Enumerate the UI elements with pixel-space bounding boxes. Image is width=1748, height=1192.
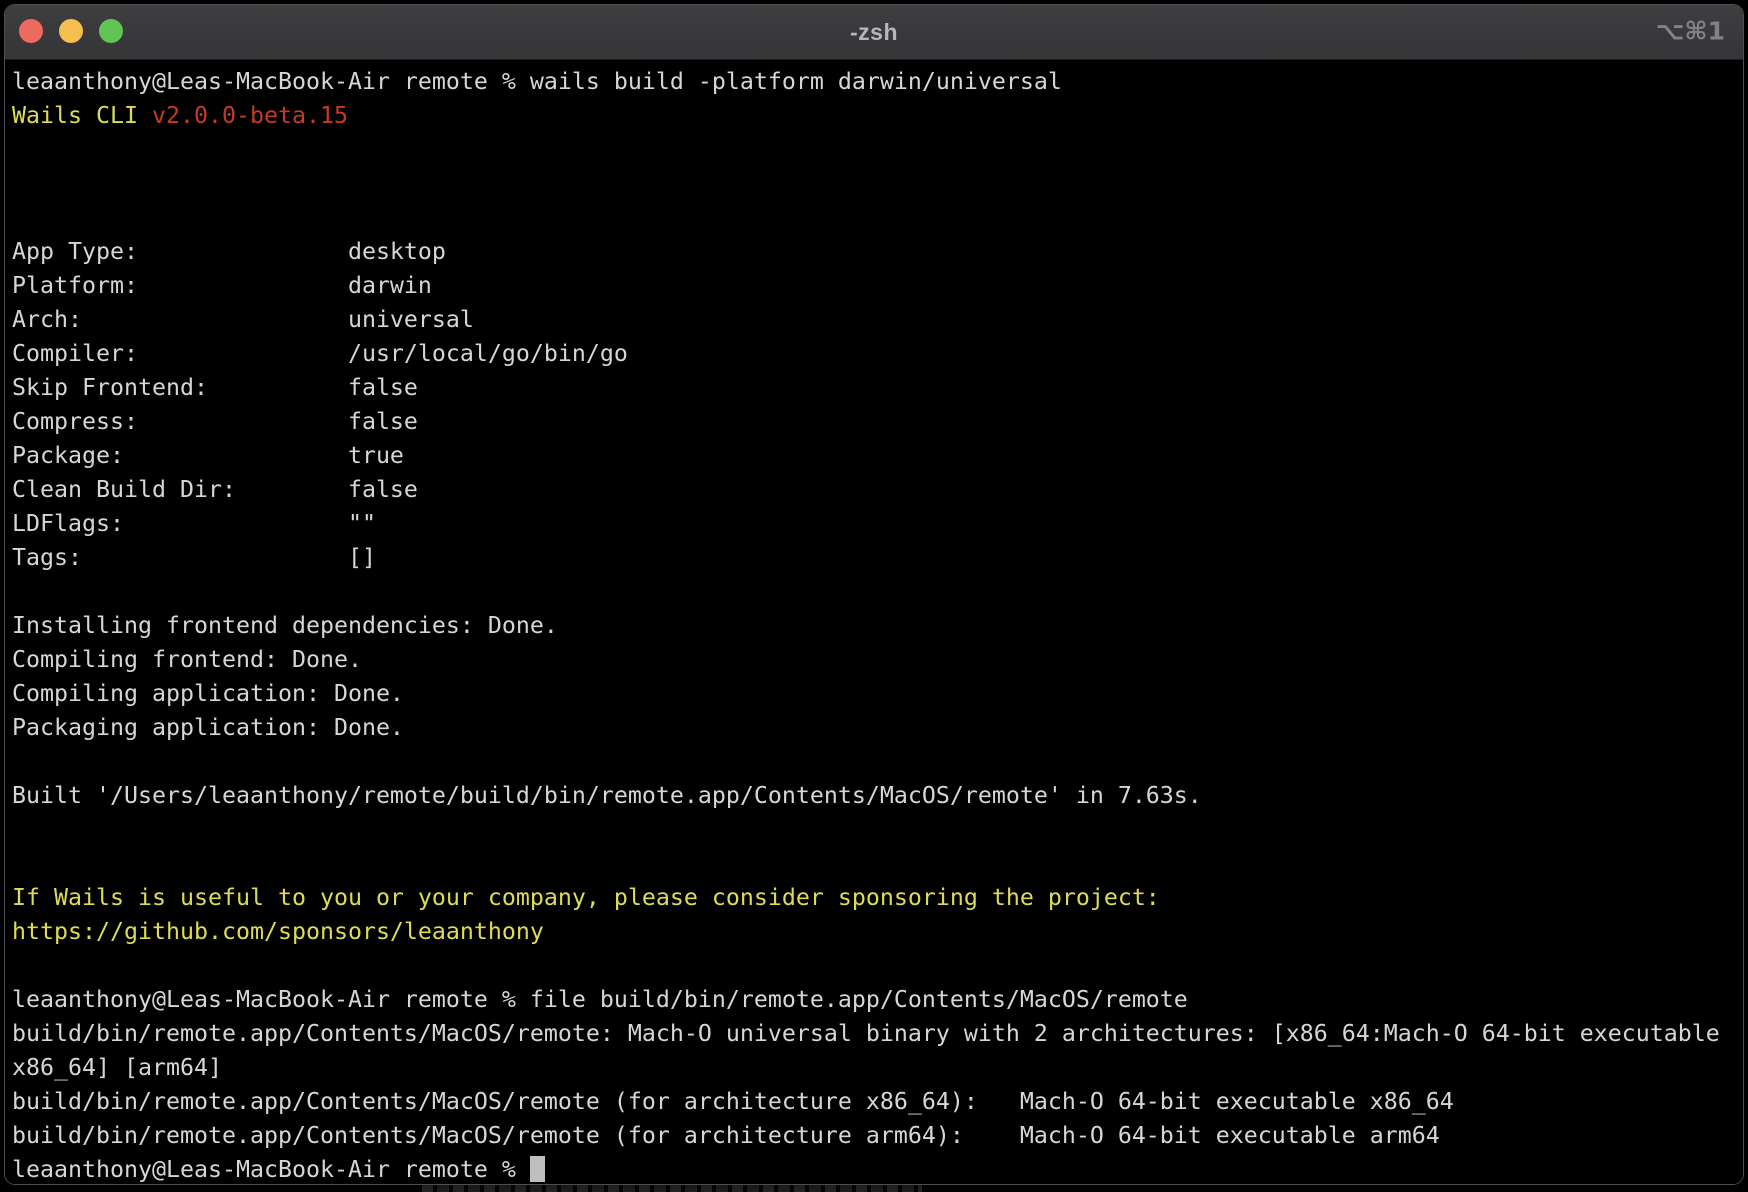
terminal-text-segment: build/bin/remote.app/Contents/MacOS/remo… bbox=[12, 1020, 1720, 1047]
terminal-line: Compress: false bbox=[12, 405, 1743, 439]
terminal-text-segment: leaanthony@Leas-MacBook-Air remote % wai… bbox=[12, 68, 1062, 95]
terminal-line: https://github.com/sponsors/leaanthony bbox=[12, 915, 1743, 949]
terminal-text-segment: App Type: desktop bbox=[12, 238, 446, 265]
terminal-text-segment: Clean Build Dir: false bbox=[12, 476, 418, 503]
zoom-button[interactable] bbox=[99, 19, 123, 43]
terminal-text-segment: https://github.com/sponsors/leaanthony bbox=[12, 918, 544, 945]
window-title: -zsh bbox=[850, 19, 898, 46]
terminal-line: Package: true bbox=[12, 439, 1743, 473]
background-window-sliver bbox=[422, 1185, 922, 1192]
terminal-text-segment: Compiling frontend: Done. bbox=[12, 646, 362, 673]
terminal-text-segment: Skip Frontend: false bbox=[12, 374, 418, 401]
tab-shortcut-label: ⌥⌘1 bbox=[1656, 16, 1725, 45]
terminal-line bbox=[12, 167, 1743, 201]
terminal-line bbox=[12, 745, 1743, 779]
terminal-line: Installing frontend dependencies: Done. bbox=[12, 609, 1743, 643]
terminal-line: Skip Frontend: false bbox=[12, 371, 1743, 405]
terminal-text-segment: LDFlags: "" bbox=[12, 510, 376, 537]
terminal-text-segment: v2.0.0-beta.15 bbox=[152, 102, 348, 129]
terminal-line: If Wails is useful to you or your compan… bbox=[12, 881, 1743, 915]
terminal-line: Clean Build Dir: false bbox=[12, 473, 1743, 507]
terminal-line: Built '/Users/leaanthony/remote/build/bi… bbox=[12, 779, 1743, 813]
terminal-text-segment: Built '/Users/leaanthony/remote/build/bi… bbox=[12, 782, 1202, 809]
terminal-line bbox=[12, 133, 1743, 167]
terminal-line bbox=[12, 847, 1743, 881]
terminal-line: leaanthony@Leas-MacBook-Air remote % wai… bbox=[12, 65, 1743, 99]
terminal-text-segment: Arch: universal bbox=[12, 306, 474, 333]
terminal-line: Packaging application: Done. bbox=[12, 711, 1743, 745]
terminal-text-segment: Compiler: /usr/local/go/bin/go bbox=[12, 340, 628, 367]
terminal-line: Compiling frontend: Done. bbox=[12, 643, 1743, 677]
terminal-text-segment: Package: true bbox=[12, 442, 404, 469]
terminal-line bbox=[12, 949, 1743, 983]
terminal-line: leaanthony@Leas-MacBook-Air remote % fil… bbox=[12, 983, 1743, 1017]
terminal-line: Tags: [] bbox=[12, 541, 1743, 575]
traffic-light-group bbox=[19, 19, 123, 43]
terminal-text-segment: Compiling application: Done. bbox=[12, 680, 404, 707]
terminal-line bbox=[12, 813, 1743, 847]
terminal-line: build/bin/remote.app/Contents/MacOS/remo… bbox=[12, 1119, 1743, 1153]
terminal-cursor bbox=[530, 1156, 545, 1182]
terminal-line: Arch: universal bbox=[12, 303, 1743, 337]
terminal-line bbox=[12, 201, 1743, 235]
titlebar[interactable]: -zsh ⌥⌘1 bbox=[5, 5, 1743, 60]
terminal-text-segment: x86_64] [arm64] bbox=[12, 1054, 222, 1081]
terminal-line: build/bin/remote.app/Contents/MacOS/remo… bbox=[12, 1017, 1743, 1051]
terminal-text-segment: build/bin/remote.app/Contents/MacOS/remo… bbox=[12, 1122, 1440, 1149]
terminal-line: leaanthony@Leas-MacBook-Air remote % bbox=[12, 1153, 1743, 1185]
terminal-text-segment: Platform: darwin bbox=[12, 272, 432, 299]
terminal-text-segment: If Wails is useful to you or your compan… bbox=[12, 884, 1160, 911]
close-button[interactable] bbox=[19, 19, 43, 43]
terminal-line: Compiler: /usr/local/go/bin/go bbox=[12, 337, 1743, 371]
terminal-line: build/bin/remote.app/Contents/MacOS/remo… bbox=[12, 1085, 1743, 1119]
terminal-text-segment: Packaging application: Done. bbox=[12, 714, 404, 741]
terminal-text-segment: Wails CLI bbox=[12, 102, 152, 129]
terminal-content[interactable]: leaanthony@Leas-MacBook-Air remote % wai… bbox=[5, 61, 1743, 1184]
terminal-line: Wails CLI v2.0.0-beta.15 bbox=[12, 99, 1743, 133]
terminal-text-segment: leaanthony@Leas-MacBook-Air remote % fil… bbox=[12, 986, 1188, 1013]
minimize-button[interactable] bbox=[59, 19, 83, 43]
terminal-text-segment: leaanthony@Leas-MacBook-Air remote % bbox=[12, 1156, 530, 1183]
terminal-text-segment: Installing frontend dependencies: Done. bbox=[12, 612, 558, 639]
terminal-line: Compiling application: Done. bbox=[12, 677, 1743, 711]
terminal-line: LDFlags: "" bbox=[12, 507, 1743, 541]
terminal-line bbox=[12, 575, 1743, 609]
terminal-text-segment: build/bin/remote.app/Contents/MacOS/remo… bbox=[12, 1088, 1454, 1115]
terminal-text-segment: Tags: [] bbox=[12, 544, 376, 571]
terminal-text-segment: Compress: false bbox=[12, 408, 418, 435]
terminal-line: x86_64] [arm64] bbox=[12, 1051, 1743, 1085]
terminal-line: App Type: desktop bbox=[12, 235, 1743, 269]
terminal-line: Platform: darwin bbox=[12, 269, 1743, 303]
terminal-window: -zsh ⌥⌘1 leaanthony@Leas-MacBook-Air rem… bbox=[4, 4, 1744, 1185]
